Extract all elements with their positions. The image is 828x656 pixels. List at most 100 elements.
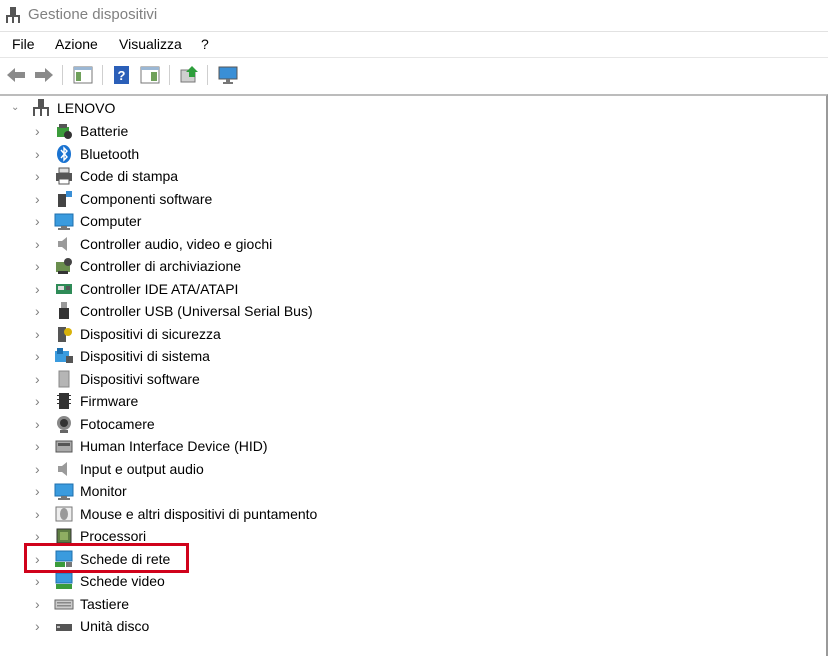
- tree-item-label: Input e output audio: [80, 460, 204, 477]
- tree-item-human-interface-device-hid[interactable]: › Human Interface Device (HID): [0, 435, 600, 457]
- chevron-right-icon[interactable]: ›: [35, 304, 45, 318]
- chevron-right-icon[interactable]: ›: [35, 484, 45, 498]
- tree-item-input-e-output-audio[interactable]: › Input e output audio: [0, 458, 600, 480]
- back-arrow-icon[interactable]: [5, 64, 27, 86]
- tree-item-controller-ide-ata-atapi[interactable]: › Controller IDE ATA/ATAPI: [0, 278, 600, 300]
- chevron-right-icon[interactable]: ›: [35, 507, 45, 521]
- window-title: Gestione dispositivi: [28, 6, 158, 23]
- tree-item-code-di-stampa[interactable]: › Code di stampa: [0, 165, 600, 187]
- tree-item-dispositivi-di-sicurezza[interactable]: › Dispositivi di sicurezza: [0, 323, 600, 345]
- chevron-right-icon[interactable]: ›: [35, 439, 45, 453]
- chevron-right-icon[interactable]: ›: [35, 214, 45, 228]
- chevron-down-icon[interactable]: ⌄: [11, 103, 21, 113]
- tree-item-label: Controller audio, video e giochi: [80, 235, 273, 252]
- toolbar: ?: [0, 57, 828, 94]
- forward-arrow-icon[interactable]: [33, 64, 55, 86]
- tree-item-bluetooth[interactable]: › Bluetooth: [0, 143, 600, 165]
- chevron-right-icon[interactable]: ›: [35, 372, 45, 386]
- menu-help[interactable]: ?: [201, 36, 209, 52]
- software-component-icon: [58, 190, 72, 207]
- tree-item-unit-disco[interactable]: › Unità disco: [0, 615, 600, 637]
- chevron-right-icon[interactable]: ›: [35, 192, 45, 206]
- toolbar-separator: [207, 65, 208, 85]
- tree-item-label: Dispositivi di sistema: [80, 348, 210, 364]
- chevron-right-icon[interactable]: ›: [35, 529, 45, 543]
- tree-item-label: Controller USB (Universal Serial Bus): [80, 303, 313, 319]
- chevron-right-icon[interactable]: ›: [35, 417, 45, 431]
- tree-item-label: Unità disco: [80, 618, 150, 634]
- tree-item-label: Controller di archiviazione: [80, 258, 242, 274]
- hid-icon: [55, 440, 73, 453]
- help-icon[interactable]: ?: [111, 64, 133, 86]
- chevron-right-icon[interactable]: ›: [35, 169, 45, 183]
- menu-azione[interactable]: Azione: [55, 36, 98, 52]
- tree-item-computer[interactable]: › Computer: [0, 210, 600, 232]
- system-device-icon: [55, 348, 73, 363]
- tree-item-controller-audio-video-e-giochi[interactable]: › Controller audio, video e giochi: [0, 233, 600, 255]
- storage-controller-icon: [56, 258, 72, 274]
- tree-item-label: Tastiere: [80, 595, 130, 612]
- tree-item-dispositivi-di-sistema[interactable]: › Dispositivi di sistema: [0, 345, 600, 367]
- chevron-right-icon[interactable]: ›: [35, 597, 45, 611]
- chevron-right-icon[interactable]: ›: [35, 282, 45, 296]
- properties-icon[interactable]: [139, 64, 161, 86]
- tree-item-label: Code di stampa: [80, 168, 179, 184]
- audio-io-icon: [58, 461, 67, 476]
- software-device-icon: [58, 370, 70, 387]
- tree-item-label: Processori: [80, 528, 147, 544]
- title-bar: Gestione dispositivi: [0, 0, 828, 31]
- tree-item-firmware[interactable]: › Firmware: [0, 390, 600, 412]
- chevron-right-icon[interactable]: ›: [35, 237, 45, 251]
- tree-item-label: Firmware: [80, 393, 139, 409]
- tree-item-fotocamere[interactable]: › Fotocamere: [0, 413, 600, 435]
- tree-item-label: Bluetooth: [80, 145, 140, 162]
- security-device-icon: [58, 326, 72, 342]
- tree-item-schede-video[interactable]: › Schede video: [0, 570, 600, 592]
- show-hide-console-tree-icon[interactable]: [72, 64, 94, 86]
- device-manager-app-icon: [6, 7, 20, 23]
- firmware-icon: [57, 393, 71, 409]
- printer-icon: [56, 167, 72, 185]
- toolbar-separator: [102, 65, 103, 85]
- tree-item-componenti-software[interactable]: › Componenti software: [0, 188, 600, 210]
- chevron-right-icon[interactable]: ›: [35, 124, 45, 138]
- camera-icon: [57, 415, 71, 433]
- highlight-box: [24, 543, 189, 573]
- menu-bar: File Azione Visualizza ?: [0, 31, 828, 58]
- tree-root-label: LENOVO: [57, 100, 116, 116]
- tree-item-label: Human Interface Device (HID): [80, 438, 268, 454]
- update-driver-icon[interactable]: [178, 64, 200, 86]
- monitor-icon: [54, 483, 74, 500]
- tree-item-label: Schede video: [80, 573, 165, 589]
- menu-file[interactable]: File: [12, 36, 35, 52]
- chevron-right-icon[interactable]: ›: [35, 394, 45, 408]
- chevron-right-icon[interactable]: ›: [35, 327, 45, 341]
- tree-item-dispositivi-software[interactable]: › Dispositivi software: [0, 368, 600, 390]
- tree-item-controller-di-archiviazione[interactable]: › Controller di archiviazione: [0, 255, 600, 277]
- chevron-right-icon[interactable]: ›: [35, 349, 45, 363]
- tree-item-label: Mouse e altri dispositivi di puntamento: [80, 505, 318, 522]
- chevron-right-icon[interactable]: ›: [35, 574, 45, 588]
- chevron-right-icon[interactable]: ›: [35, 147, 45, 161]
- tree-item-mouse-e-altri-dispositivi-di-puntamento[interactable]: › Mouse e altri dispositivi di puntamento: [0, 503, 600, 525]
- tree-item-batterie[interactable]: › Batterie: [0, 120, 600, 142]
- tree-item-controller-usb-universal-serial-bus[interactable]: › Controller USB (Universal Serial Bus): [0, 300, 600, 322]
- tree-item-label: Batterie: [80, 123, 129, 139]
- menu-visualizza[interactable]: Visualizza: [119, 36, 182, 52]
- chevron-right-icon[interactable]: ›: [35, 462, 45, 476]
- tree-item-label: Monitor: [80, 483, 127, 499]
- speaker-icon: [58, 236, 67, 251]
- chevron-right-icon[interactable]: ›: [35, 619, 45, 633]
- tree-item-tastiere[interactable]: › Tastiere: [0, 593, 600, 615]
- scan-hardware-icon[interactable]: [217, 64, 239, 86]
- chevron-right-icon[interactable]: ›: [35, 259, 45, 273]
- tree-item-label: Fotocamere: [80, 415, 155, 432]
- keyboard-icon: [54, 599, 74, 609]
- tree-root-row[interactable]: ⌄ LENOVO: [0, 97, 600, 119]
- tree-item-label: Dispositivi software: [80, 370, 200, 387]
- computer-icon: [54, 213, 74, 230]
- bluetooth-icon: [57, 144, 71, 163]
- tree-item-monitor[interactable]: › Monitor: [0, 480, 600, 502]
- computer-root-icon: [33, 99, 49, 116]
- usb-icon: [59, 302, 69, 319]
